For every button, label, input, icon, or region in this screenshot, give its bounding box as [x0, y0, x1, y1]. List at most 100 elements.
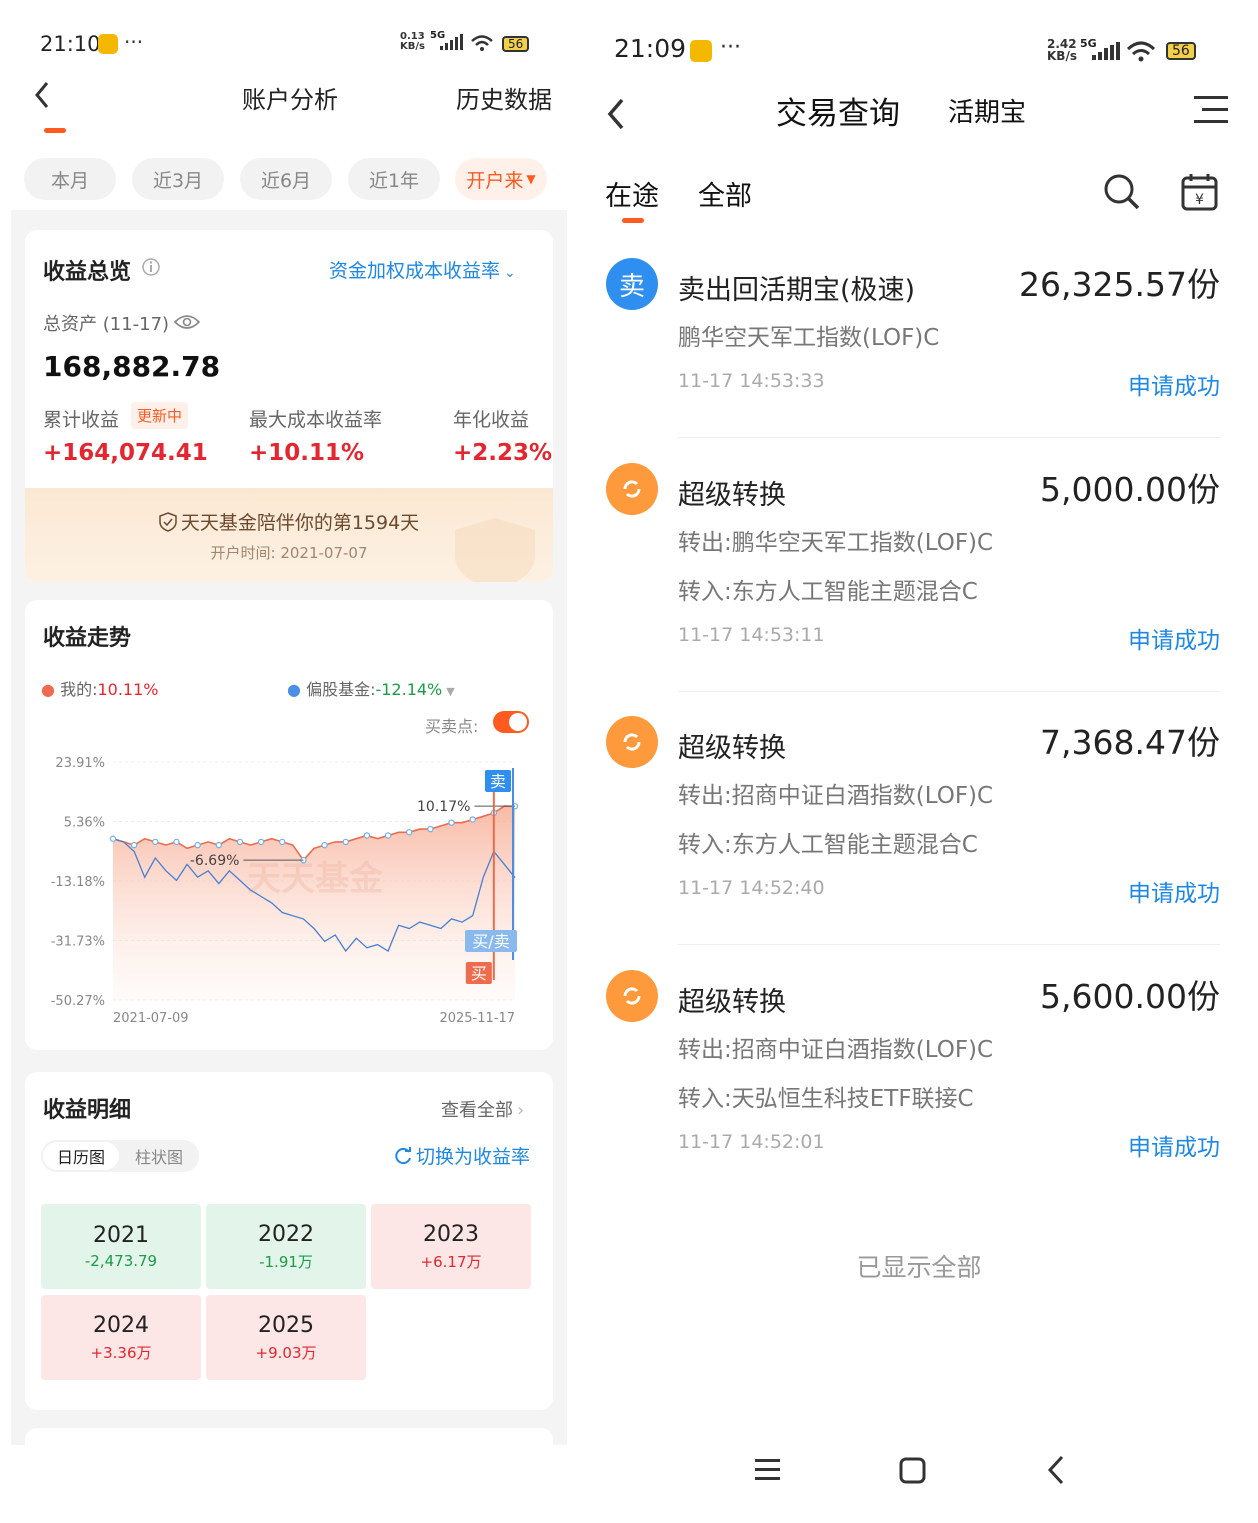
sell-tag: 卖 — [490, 772, 506, 791]
wifi-icon — [1126, 41, 1156, 62]
year-cell[interactable]: 2021 -2,473.79 — [41, 1204, 201, 1289]
tab-bar-chart[interactable]: 柱状图 — [121, 1142, 197, 1170]
year-label: 2024 — [93, 1312, 149, 1338]
transaction-status: 申请成功 — [1128, 881, 1220, 907]
transaction-fund: 转出:招商中证白酒指数(LOF)C — [678, 783, 994, 809]
back-icon[interactable] — [604, 96, 628, 132]
chip-this-month[interactable]: 本月 — [24, 158, 116, 200]
status-more-icon: ··· — [124, 30, 144, 54]
header-indicator — [44, 128, 66, 133]
tab-calendar[interactable]: 日历图 — [43, 1142, 119, 1170]
annual-return-value: +2.23% — [453, 440, 553, 466]
y-tick-label: -50.27% — [51, 994, 105, 1009]
trade-point — [236, 838, 244, 846]
chip-since-open[interactable]: 开户来 ▼ — [455, 158, 547, 200]
list-end-text: 已显示全部 — [856, 1253, 982, 1282]
trade-point — [109, 835, 117, 842]
info-icon[interactable] — [141, 257, 161, 277]
year-label: 2025 — [258, 1312, 314, 1338]
transaction-amount: 7,368.47份 — [1040, 723, 1220, 762]
transaction-fund: 转出:招商中证白酒指数(LOF)C — [678, 1037, 994, 1063]
tab-all[interactable]: 全部 — [698, 174, 752, 213]
companion-banner: 天天基金陪伴你的第1594天 开户时间: 2021-07-07 — [25, 488, 553, 582]
tab-indicator — [622, 218, 644, 223]
transaction-fund: 鹏华空天军工指数(LOF)C — [678, 325, 940, 351]
transaction-amount: 26,325.57份 — [1019, 265, 1220, 304]
year-label: 2023 — [423, 1221, 479, 1247]
year-cell[interactable]: 2024 +3.36万 — [41, 1295, 201, 1380]
menu-icon[interactable] — [1194, 94, 1230, 126]
transaction-status: 申请成功 — [1128, 1135, 1220, 1161]
signal-icon — [440, 34, 463, 50]
status-more-icon: ··· — [720, 35, 741, 60]
net-speed: 2.42 KB/s — [1047, 37, 1077, 63]
divider — [678, 437, 1220, 438]
account-analysis-screen: 21:10 ··· 0.13 KB/s 5G 56 账户分析 历史数据 本月 近3… — [0, 0, 580, 1523]
peak-annotation: 10.17% — [417, 799, 470, 815]
next-card — [25, 1428, 553, 1468]
history-data-link[interactable]: 历史数据 — [456, 80, 552, 115]
page-subtitle[interactable]: 活期宝 — [948, 92, 1026, 129]
y-tick-label: 5.36% — [64, 816, 105, 831]
transaction-fund: 转入:东方人工智能主题混合C — [678, 832, 978, 858]
chip-6-months[interactable]: 近6月 — [240, 158, 332, 200]
y-tick-label: 23.91% — [55, 756, 105, 771]
chip-3-months[interactable]: 近3月 — [132, 158, 224, 200]
tab-in-transit[interactable]: 在途 — [605, 174, 659, 213]
divider — [678, 691, 1220, 692]
search-icon[interactable] — [1102, 172, 1142, 212]
trade-point — [279, 838, 286, 846]
eye-icon[interactable] — [173, 313, 201, 331]
transaction-fund: 转入:东方人工智能主题混合C — [678, 579, 978, 605]
transaction-time: 11-17 14:53:33 — [678, 370, 825, 392]
year-cell[interactable]: 2022 -1.91万 — [206, 1204, 366, 1289]
switch-to-rate-button[interactable]: 切换为收益率 — [393, 1142, 530, 1169]
trade-point — [173, 838, 180, 846]
trade-point — [130, 841, 138, 849]
nav-menu-icon[interactable] — [754, 1456, 782, 1484]
year-cell[interactable]: 2023 +6.17万 — [371, 1204, 531, 1289]
transaction-title: 超级转换 — [678, 480, 786, 511]
shield-icon — [159, 512, 177, 532]
chevron-down-icon: ⌄ — [504, 265, 516, 281]
trade-point — [384, 832, 392, 839]
sell-icon: 卖 — [606, 258, 658, 310]
cumulative-return-value: +164,074.41 — [43, 440, 208, 466]
legend-benchmark[interactable]: ● 偏股基金:-12.14% ▼ — [287, 676, 455, 700]
divider — [678, 944, 1220, 945]
return-type-dropdown[interactable]: 资金加权成本收益率 ⌄ — [329, 256, 516, 283]
convert-icon — [606, 970, 658, 1022]
total-asset-value: 168,882.78 — [43, 350, 221, 383]
annual-return-label: 年化收益 — [453, 409, 530, 431]
view-all-link[interactable]: 查看全部 › — [441, 1096, 524, 1122]
year-return: -1.91万 — [259, 1252, 313, 1271]
transaction-time: 11-17 14:52:40 — [678, 877, 825, 899]
cumulative-return-label: 累计收益 — [43, 409, 120, 431]
trade-point — [152, 838, 159, 846]
trade-point — [194, 841, 201, 849]
nav-back-icon[interactable] — [1044, 1454, 1068, 1486]
transaction-status: 申请成功 — [1128, 628, 1220, 654]
trade-point — [321, 841, 328, 849]
calendar-icon[interactable]: ¥ — [1180, 172, 1220, 212]
transaction-title: 卖出回活期宝(极速) — [678, 275, 916, 306]
trade-points-toggle[interactable] — [493, 711, 529, 733]
chart-type-switch: 日历图 柱状图 — [41, 1140, 199, 1172]
battery-icon: 56 — [1166, 42, 1196, 60]
x-tick-label: 2025-11-17 — [439, 1011, 515, 1026]
x-tick-label: 2021-07-09 — [113, 1011, 189, 1026]
year-return: +9.03万 — [255, 1343, 317, 1362]
notification-icon — [98, 34, 118, 54]
status-time: 21:09 — [614, 34, 687, 63]
year-cell[interactable]: 2025 +9.03万 — [206, 1295, 366, 1380]
legend-mine: ● 我的:10.11% — [41, 680, 159, 699]
battery-icon: 56 — [502, 36, 530, 52]
shield-watermark-icon — [455, 518, 535, 582]
chip-1-year[interactable]: 近1年 — [348, 158, 440, 200]
nav-home-icon[interactable] — [898, 1456, 928, 1486]
detail-card: 收益明细 查看全部 › 日历图 柱状图 切换为收益率 2021 -2,473.79 2… — [25, 1072, 553, 1410]
trade-point — [427, 825, 434, 833]
transaction-amount: 5,000.00份 — [1040, 470, 1220, 509]
year-label: 2022 — [258, 1221, 314, 1247]
wifi-icon — [471, 35, 493, 51]
